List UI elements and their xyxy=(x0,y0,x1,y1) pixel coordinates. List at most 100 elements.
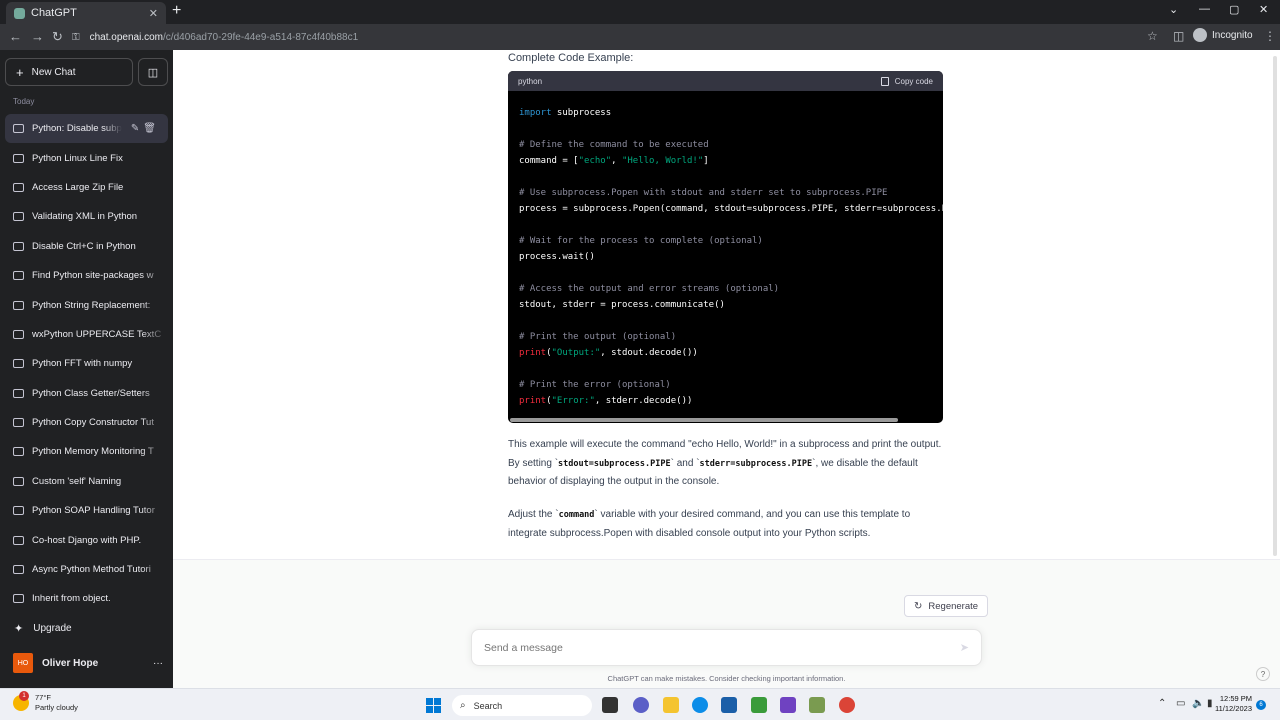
close-tab-icon[interactable]: ✕ xyxy=(149,7,158,20)
url-text: chat.openai.com/c/d406ad70-29fe-44e9-a51… xyxy=(89,31,359,43)
close-window-icon[interactable]: ✕ xyxy=(1259,3,1268,16)
avatar: HO xyxy=(13,653,33,673)
conversation-item[interactable]: Python String Replacement: xyxy=(5,290,168,319)
user-menu[interactable]: HO Oliver Hope ··· xyxy=(13,653,163,673)
sparkle-icon: ✦ xyxy=(14,623,24,635)
more-options-icon[interactable]: ··· xyxy=(153,658,163,669)
answer-heading: Complete Code Example: xyxy=(508,52,634,64)
conversation-item[interactable]: Python Memory Monitoring T xyxy=(5,437,168,466)
network-icon[interactable]: ▭ xyxy=(1176,698,1185,709)
chat-bubble-icon xyxy=(13,271,24,281)
vscode-icon[interactable] xyxy=(780,697,796,713)
edit-icon[interactable]: ✎ xyxy=(131,123,143,134)
conversation-item[interactable]: Python Copy Constructor Tut xyxy=(5,408,168,437)
conversation-title: Async Python Method Tutori xyxy=(32,564,151,576)
conversation-item[interactable]: wxPython UPPERCASE TextC xyxy=(5,320,168,349)
reload-icon[interactable]: ↻ xyxy=(52,29,63,45)
forward-icon[interactable]: → xyxy=(31,29,44,44)
toggle-sidebar-button[interactable]: ◫ xyxy=(138,58,168,86)
incognito-indicator[interactable]: Incognito xyxy=(1193,28,1253,42)
chat-bubble-icon xyxy=(13,594,24,604)
conversation-item[interactable]: Python FFT with numpy xyxy=(5,349,168,378)
chat-bubble-icon xyxy=(13,300,24,310)
conversation-item[interactable]: Find Python site-packages w xyxy=(5,261,168,290)
chat-bubble-icon xyxy=(13,182,24,192)
new-chat-label: New Chat xyxy=(31,66,76,78)
help-button[interactable]: ? xyxy=(1256,667,1270,681)
conversation-item[interactable]: Python Linux Line Fix xyxy=(5,143,168,172)
conversation-title: wxPython UPPERCASE TextC xyxy=(32,328,162,340)
chat-bubble-icon xyxy=(13,241,24,251)
chat-main: Complete Code Example: python Copy code … xyxy=(173,50,1280,688)
app-icon[interactable] xyxy=(809,697,825,713)
maximize-icon[interactable]: ▢ xyxy=(1229,3,1239,16)
conversation-item[interactable]: Inherit from object. xyxy=(5,584,168,613)
conversation-item[interactable]: Co-host Django with PHP. xyxy=(5,525,168,554)
explanation-paragraph: This example will execute the command "e… xyxy=(508,439,942,487)
new-tab-icon[interactable]: + xyxy=(172,2,181,20)
notification-badge[interactable]: 6 xyxy=(1256,700,1266,710)
message-input[interactable] xyxy=(484,641,960,654)
clipboard-icon xyxy=(880,76,889,86)
show-hidden-icons-icon[interactable]: ⌃ xyxy=(1158,698,1166,709)
conversation-item[interactable]: Validating XML in Python xyxy=(5,202,168,231)
chat-bubble-icon xyxy=(13,418,24,428)
side-panel-icon[interactable]: ◫ xyxy=(1173,29,1184,43)
chrome-icon[interactable] xyxy=(839,697,855,713)
chatgpt-favicon-icon xyxy=(14,7,25,19)
conversation-title: Python FFT with numpy xyxy=(32,358,133,370)
teams-chat-icon[interactable] xyxy=(633,697,649,713)
conversation-title: Python Memory Monitoring T xyxy=(32,446,154,458)
site-info-icon[interactable]: ⚿ xyxy=(72,32,80,43)
chat-bubble-icon xyxy=(13,535,24,545)
copy-code-button[interactable]: Copy code xyxy=(880,76,933,86)
minimize-icon[interactable]: — xyxy=(1199,3,1210,15)
chat-bubble-icon xyxy=(13,329,24,339)
disclaimer-text: ChatGPT can make mistakes. Consider chec… xyxy=(607,674,846,683)
taskbar-search-label: Search xyxy=(473,700,503,711)
edge-icon[interactable] xyxy=(692,697,708,713)
code-block: python Copy code import subprocess # Def… xyxy=(508,71,943,423)
task-view-icon[interactable] xyxy=(602,697,618,713)
conversation-title: Disable Ctrl+C in Python xyxy=(32,240,136,252)
windows-start-icon[interactable] xyxy=(426,698,441,713)
weather-desc: Partly cloudy xyxy=(35,703,78,712)
message-box: ➤ xyxy=(471,629,982,666)
conversation-item[interactable]: Async Python Method Tutori xyxy=(5,555,168,584)
conversation-item[interactable]: Python Class Getter/Setters xyxy=(5,379,168,408)
back-icon[interactable]: ← xyxy=(9,29,22,44)
browser-tab[interactable]: ChatGPT ✕ xyxy=(6,2,166,24)
bookmark-star-icon[interactable]: ☆ xyxy=(1147,29,1158,43)
send-icon[interactable]: ➤ xyxy=(960,641,969,654)
system-clock[interactable]: 12:59 PM 11/12/2023 xyxy=(1212,694,1252,714)
conversation-title: Validating XML in Python xyxy=(32,211,138,223)
windows-taskbar: 1 77°F Partly cloudy ⌕ Search ⌃ ▭ 🔈 ▮ 12… xyxy=(0,688,1280,720)
new-chat-button[interactable]: + New Chat xyxy=(5,58,133,86)
tab-search-icon[interactable]: ⌄ xyxy=(1169,3,1178,16)
conversation-title: Find Python site-packages w xyxy=(32,270,154,282)
tab-title: ChatGPT xyxy=(31,7,77,19)
code-horizontal-scrollbar[interactable] xyxy=(510,418,898,422)
taskbar-search[interactable]: ⌕ Search xyxy=(452,695,592,716)
regenerate-button[interactable]: ↻ Regenerate xyxy=(904,595,989,617)
conversation-item[interactable]: Disable Ctrl+C in Python xyxy=(5,232,168,261)
store-icon[interactable] xyxy=(721,697,737,713)
app-icon[interactable] xyxy=(751,697,767,713)
sidebar-toggle-icon: ◫ xyxy=(147,66,159,79)
chat-bubble-icon xyxy=(13,476,24,486)
page-scrollbar[interactable] xyxy=(1273,56,1277,556)
browser-menu-icon[interactable]: ⋮ xyxy=(1264,29,1276,43)
chat-bubble-icon xyxy=(13,388,24,398)
conversation-title: Python String Replacement: xyxy=(32,299,151,311)
conversation-item[interactable]: Access Large Zip File xyxy=(5,173,168,202)
conversation-item[interactable]: Python SOAP Handling Tutor xyxy=(5,496,168,525)
conversation-item[interactable]: Python: Disable subprocess output ✎🗑 xyxy=(5,114,168,144)
volume-icon[interactable]: 🔈 xyxy=(1192,698,1204,709)
weather-icon: 1 xyxy=(13,691,29,711)
file-explorer-icon[interactable] xyxy=(663,697,679,713)
trash-icon[interactable]: 🗑 xyxy=(143,123,160,134)
upgrade-button[interactable]: ✦ Upgrade xyxy=(14,622,72,635)
weather-widget[interactable]: 1 77°F Partly cloudy xyxy=(13,691,78,713)
conversation-item[interactable]: Custom 'self' Naming xyxy=(5,467,168,496)
address-bar[interactable]: ⚿ chat.openai.com/c/d406ad70-29fe-44e9-a… xyxy=(72,27,1162,47)
